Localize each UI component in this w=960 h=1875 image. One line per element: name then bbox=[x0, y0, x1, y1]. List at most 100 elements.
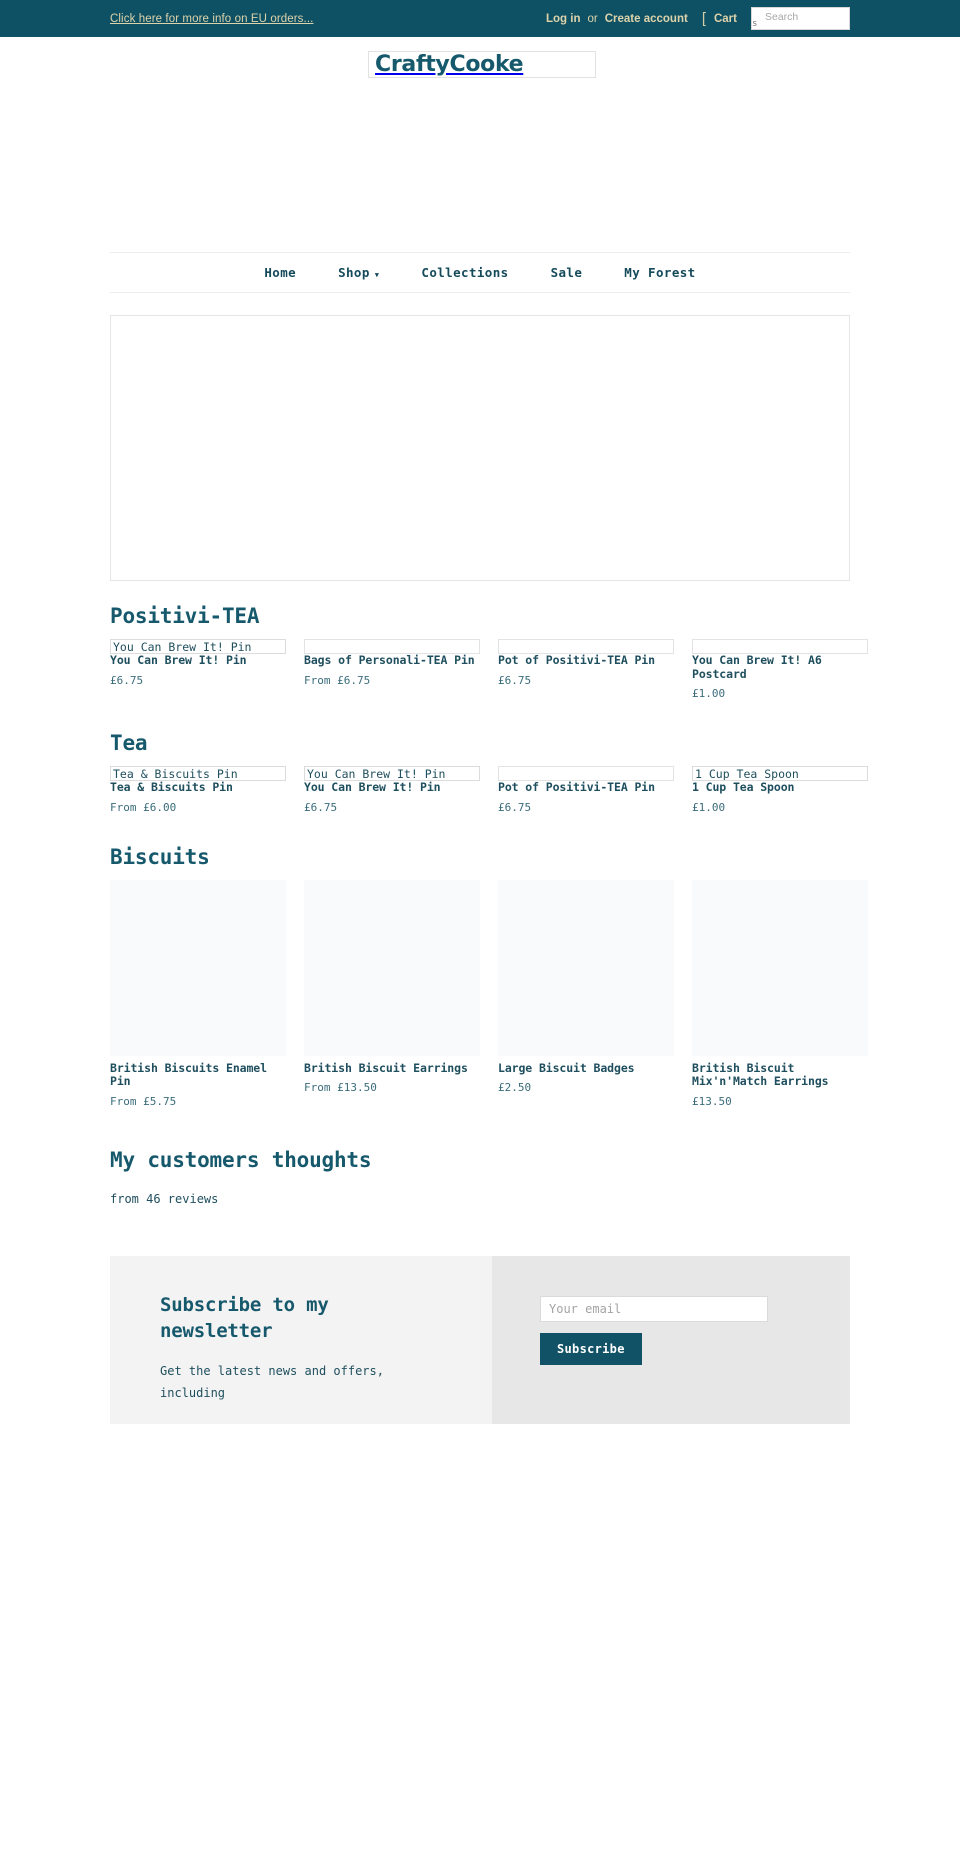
product-card[interactable]: 1 Cup Tea Spoon 1 Cup Tea Spoon £1.00 bbox=[692, 766, 868, 814]
product-price: £6.75 bbox=[304, 800, 338, 814]
product-price: £13.50 bbox=[692, 1094, 732, 1108]
product-card[interactable]: British Biscuit Mix'n'Match Earrings £13… bbox=[692, 879, 868, 1108]
product-meta: British Biscuit Mix'n'Match Earrings £13… bbox=[692, 1061, 868, 1108]
product-meta: British Biscuit Earrings From £13.50 bbox=[304, 1061, 480, 1094]
search-icon[interactable]: s bbox=[752, 20, 757, 29]
product-title[interactable]: British Biscuits Enamel Pin bbox=[110, 1061, 286, 1089]
product-meta: You Can Brew It! Pin £6.75 bbox=[110, 653, 286, 687]
product-card[interactable]: Bags of Personali-TEA Pin From £6.75 bbox=[304, 639, 480, 700]
cart-link[interactable]: Cart bbox=[714, 13, 737, 25]
product-image[interactable] bbox=[304, 879, 480, 1056]
product-meta: 1 Cup Tea Spoon £1.00 bbox=[692, 780, 868, 814]
product-image-alt: Tea & Biscuits Pin bbox=[113, 767, 238, 781]
product-image[interactable]: You Can Brew It! Pin bbox=[304, 766, 480, 781]
chevron-down-icon: ▼ bbox=[374, 270, 380, 279]
product-price: £1.00 bbox=[692, 687, 726, 700]
product-image[interactable] bbox=[498, 879, 674, 1056]
product-title[interactable]: You Can Brew It! A6 Postcard bbox=[692, 653, 868, 681]
nav-item-label: Sale bbox=[550, 265, 583, 280]
search-area: Search s bbox=[751, 7, 850, 30]
product-image[interactable]: 1 Cup Tea Spoon bbox=[692, 766, 868, 781]
product-meta: Tea & Biscuits Pin From £6.00 bbox=[110, 780, 286, 814]
site-logo[interactable]: CraftyCooke bbox=[368, 51, 596, 78]
product-grid: You Can Brew It! Pin You Can Brew It! Pi… bbox=[110, 639, 868, 700]
product-card[interactable]: You Can Brew It! A6 Postcard £1.00 bbox=[692, 639, 868, 700]
product-title[interactable]: 1 Cup Tea Spoon bbox=[692, 780, 868, 795]
subscribe-button[interactable]: Subscribe bbox=[540, 1332, 642, 1365]
product-meta: Pot of Positivi-TEA Pin £6.75 bbox=[498, 653, 674, 687]
product-card[interactable]: British Biscuits Enamel Pin From £5.75 bbox=[110, 879, 286, 1108]
product-image[interactable]: Tea & Biscuits Pin bbox=[110, 766, 286, 781]
product-card[interactable]: Pot of Positivi-TEA Pin £6.75 bbox=[498, 639, 674, 700]
nav-item-shop[interactable]: Shop ▼ bbox=[317, 265, 400, 280]
nav-item-home[interactable]: Home bbox=[243, 265, 317, 280]
product-title[interactable]: Pot of Positivi-TEA Pin bbox=[498, 653, 674, 668]
announcement-bar: Click here for more info on EU orders...… bbox=[0, 0, 960, 37]
product-card[interactable]: British Biscuit Earrings From £13.50 bbox=[304, 879, 480, 1108]
product-price: £1.00 bbox=[692, 800, 726, 814]
site-logo-text: CraftyCooke bbox=[375, 51, 524, 77]
product-title[interactable]: Bags of Personali-TEA Pin bbox=[304, 653, 480, 668]
email-field[interactable]: Your email bbox=[540, 1295, 768, 1322]
section-title: Biscuits bbox=[110, 844, 210, 869]
product-image[interactable] bbox=[692, 879, 868, 1056]
email-placeholder-text: Your email bbox=[549, 1301, 622, 1316]
product-card[interactable]: Tea & Biscuits Pin Tea & Biscuits Pin Fr… bbox=[110, 766, 286, 814]
product-title[interactable]: Pot of Positivi-TEA Pin bbox=[498, 780, 674, 795]
announcement-link[interactable]: Click here for more info on EU orders... bbox=[110, 13, 313, 25]
product-title[interactable]: British Biscuit Mix'n'Match Earrings bbox=[692, 1061, 868, 1089]
product-image[interactable] bbox=[110, 879, 286, 1056]
product-grid: British Biscuits Enamel Pin From £5.75 B… bbox=[110, 879, 868, 1108]
newsletter-title: Subscribe to my newsletter bbox=[160, 1293, 329, 1342]
product-meta: You Can Brew It! A6 Postcard £1.00 bbox=[692, 653, 868, 700]
login-link[interactable]: Log in bbox=[546, 13, 581, 25]
product-title[interactable]: You Can Brew It! Pin bbox=[110, 653, 286, 668]
product-price: £6.75 bbox=[110, 673, 144, 687]
nav-item-sale[interactable]: Sale bbox=[530, 265, 604, 280]
product-title[interactable]: Tea & Biscuits Pin bbox=[110, 780, 286, 795]
section-positivi-tea: Positivi-TEA You Can Brew It! Pin You Ca… bbox=[110, 581, 868, 700]
product-meta: Pot of Positivi-TEA Pin £6.75 bbox=[498, 780, 674, 813]
product-title[interactable]: British Biscuit Earrings bbox=[304, 1061, 480, 1076]
newsletter-copy: Subscribe to my newsletter Get the lates… bbox=[110, 1255, 492, 1424]
product-image[interactable]: You Can Brew It! Pin bbox=[110, 639, 286, 654]
product-image-alt: You Can Brew It! Pin bbox=[307, 767, 446, 781]
product-meta: Bags of Personali-TEA Pin From £6.75 bbox=[304, 653, 480, 686]
topbar-inner: Click here for more info on EU orders...… bbox=[110, 0, 850, 37]
product-card[interactable]: Large Biscuit Badges £2.50 bbox=[498, 879, 674, 1108]
nav-item-label: Collections bbox=[421, 265, 509, 280]
section-title: Tea bbox=[110, 731, 148, 755]
nav-item-my-forest[interactable]: My Forest bbox=[603, 265, 716, 280]
cart-bracket-icon: [ bbox=[701, 10, 706, 27]
topbar-account-area: Log in or Create account [ Cart Search s bbox=[546, 7, 850, 30]
create-account-link[interactable]: Create account bbox=[605, 13, 688, 25]
product-meta: British Biscuits Enamel Pin From £5.75 bbox=[110, 1061, 286, 1108]
or-label: or bbox=[587, 12, 598, 25]
product-image[interactable] bbox=[692, 639, 868, 654]
search-input[interactable]: Search bbox=[751, 7, 850, 30]
section-reviews: My customers thoughts from 46 reviews bbox=[110, 1108, 850, 1206]
product-image[interactable] bbox=[498, 639, 674, 654]
main-navigation: Home Shop ▼ Collections Sale My Forest bbox=[110, 252, 850, 293]
product-price: From £6.00 bbox=[110, 800, 177, 814]
nav-item-label: Shop bbox=[338, 265, 370, 280]
product-grid: Tea & Biscuits Pin Tea & Biscuits Pin Fr… bbox=[110, 766, 868, 814]
nav-item-label: My Forest bbox=[624, 265, 696, 280]
hero-banner[interactable] bbox=[110, 315, 850, 581]
logo-area: CraftyCooke bbox=[0, 37, 960, 252]
product-card[interactable]: You Can Brew It! Pin You Can Brew It! Pi… bbox=[304, 766, 480, 814]
product-price: From £13.50 bbox=[304, 1081, 377, 1094]
product-card[interactable]: You Can Brew It! Pin You Can Brew It! Pi… bbox=[110, 639, 286, 700]
product-image[interactable] bbox=[304, 639, 480, 654]
nav-item-collections[interactable]: Collections bbox=[400, 265, 529, 280]
product-meta: You Can Brew It! Pin £6.75 bbox=[304, 780, 480, 814]
newsletter-form: Your email Subscribe bbox=[492, 1255, 850, 1424]
product-price: £6.75 bbox=[498, 673, 532, 687]
product-image[interactable] bbox=[498, 766, 674, 781]
reviews-title: My customers thoughts bbox=[110, 1147, 372, 1172]
product-meta: Large Biscuit Badges £2.50 bbox=[498, 1061, 674, 1094]
product-card[interactable]: Pot of Positivi-TEA Pin £6.75 bbox=[498, 766, 674, 814]
product-title[interactable]: Large Biscuit Badges bbox=[498, 1061, 674, 1076]
product-title[interactable]: You Can Brew It! Pin bbox=[304, 780, 480, 795]
section-tea: Tea Tea & Biscuits Pin Tea & Biscuits Pi… bbox=[110, 700, 868, 814]
